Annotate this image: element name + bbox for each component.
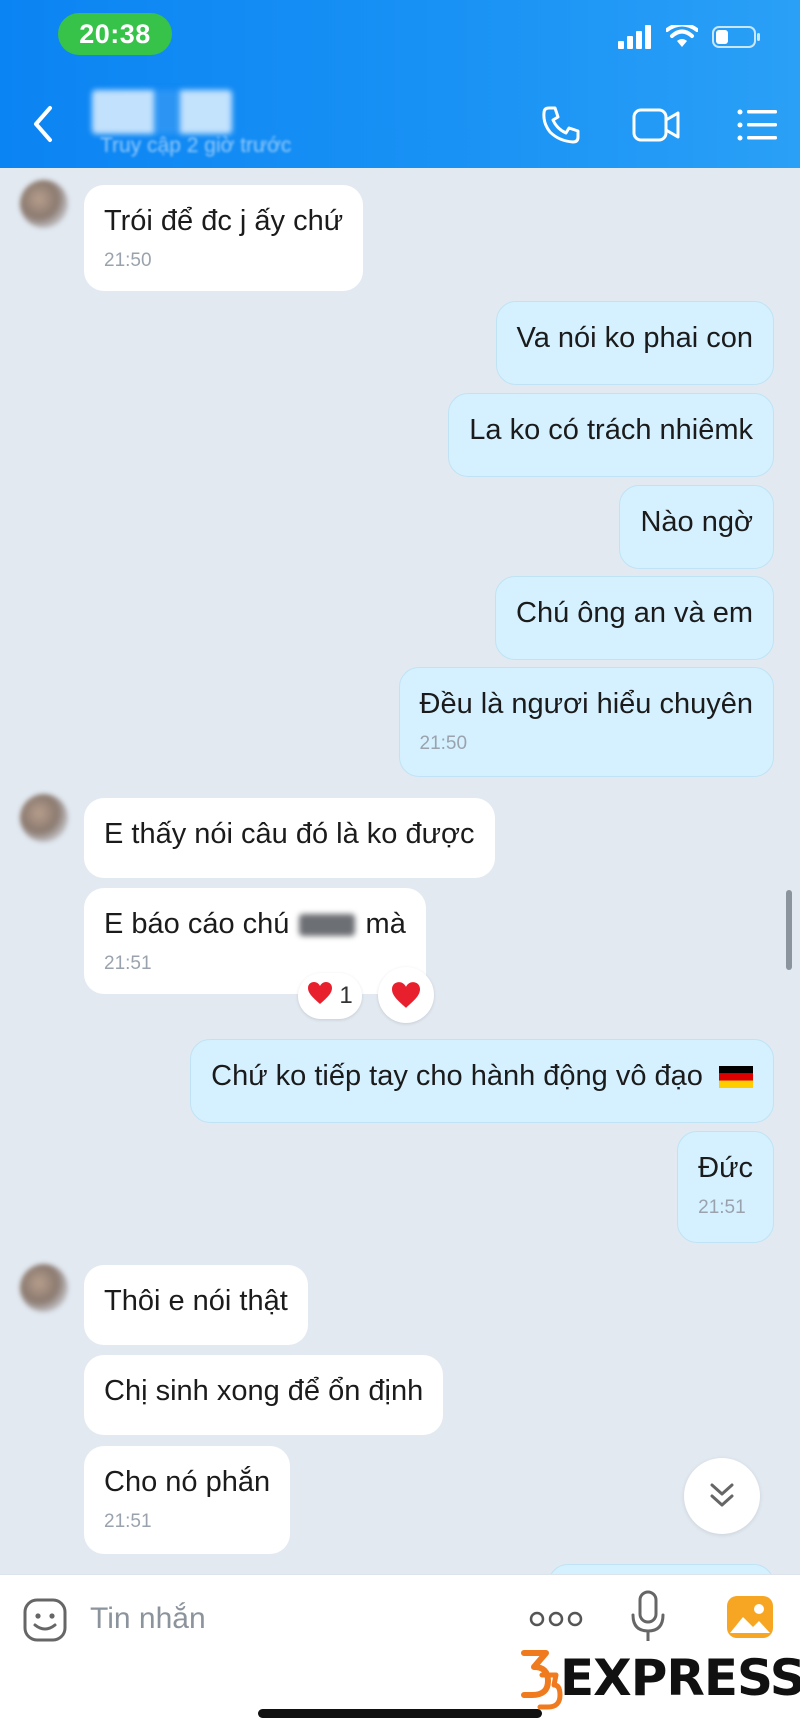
message-text: E thấy nói câu đó là ko được	[104, 818, 475, 850]
contact-name[interactable]	[92, 90, 232, 134]
image-icon	[727, 1596, 773, 1638]
site-watermark: EXPRESS	[516, 1645, 800, 1711]
message-text: Đều là ngươi hiểu chuyên	[419, 688, 753, 720]
message-text: Chứ ko tiếp tay cho hành động vô đạo	[211, 1060, 703, 1092]
voice-call-button[interactable]	[536, 100, 586, 150]
video-call-icon	[632, 108, 680, 142]
battery-icon	[712, 26, 760, 48]
menu-list-icon	[737, 109, 777, 141]
message-time: 21:50	[104, 250, 152, 271]
message-time: 21:51	[698, 1197, 746, 1218]
watermark-text: EXPRESS	[560, 1649, 800, 1707]
scroll-to-bottom-button[interactable]	[684, 1458, 760, 1534]
chat-header: 20:38 Truy cập 2 giờ trước	[0, 0, 800, 168]
video-call-button[interactable]	[632, 100, 682, 150]
watermark-number-logo	[521, 1650, 563, 1710]
redacted-name	[299, 914, 356, 937]
message-time: 21:50	[419, 733, 468, 754]
message-incoming[interactable]: Thôi e nói thật	[84, 1265, 308, 1345]
message-input[interactable]	[90, 1593, 490, 1645]
contact-avatar[interactable]	[20, 1264, 68, 1312]
send-image-button[interactable]	[726, 1595, 774, 1639]
home-indicator[interactable]	[258, 1709, 542, 1718]
message-text-start: E báo cáo chú	[104, 908, 290, 940]
message-outgoing[interactable]: Nào ngờ	[619, 485, 774, 569]
message-time: 21:51	[104, 953, 152, 974]
message-text: Va nói ko phai con	[516, 322, 753, 354]
reaction-summary[interactable]: 1	[298, 973, 362, 1019]
last-seen-status: Truy cập 2 giờ trước	[100, 134, 292, 157]
emoji-button[interactable]	[22, 1597, 68, 1643]
chat-options-button[interactable]	[732, 100, 782, 150]
message-time: 21:51	[104, 1511, 152, 1532]
germany-flag-icon	[719, 1066, 753, 1089]
message-text: Nào ngờ	[640, 506, 753, 538]
message-list[interactable]: Trói để đc j ấy chứ 21:50 Va nói ko phai…	[0, 168, 800, 1574]
message-text: Chị sinh xong để ổn định	[104, 1375, 424, 1407]
emoji-icon	[23, 1598, 67, 1642]
chevron-left-icon	[34, 106, 52, 142]
message-incoming[interactable]: Chị sinh xong để ổn định	[84, 1355, 444, 1435]
message-text: La ko có trách nhiêmk	[469, 414, 753, 446]
message-incoming[interactable]: Trói để đc j ấy chứ 21:50	[84, 185, 364, 291]
signal-icon	[618, 25, 651, 49]
message-outgoing[interactable]: Đức 21:51	[677, 1131, 774, 1243]
message-outgoing-partial[interactable]	[548, 1564, 774, 1574]
message-incoming[interactable]: E báo cáo chú mà 21:51	[84, 888, 426, 994]
reaction-count: 1	[339, 982, 353, 1009]
voice-message-button[interactable]	[628, 1589, 668, 1645]
microphone-icon	[631, 1590, 665, 1641]
phone-call-icon	[542, 106, 580, 144]
message-incoming[interactable]: Cho nó phắn 21:51	[84, 1446, 291, 1554]
message-text: Trói để đc j ấy chứ	[104, 205, 344, 237]
message-outgoing[interactable]: Va nói ko phai con	[495, 301, 774, 385]
back-button[interactable]	[26, 102, 60, 146]
message-text: Chú ông an và em	[516, 597, 753, 629]
heart-icon	[307, 981, 333, 1012]
message-outgoing[interactable]: Chú ông an và em	[495, 576, 774, 660]
more-options-button[interactable]	[528, 1597, 584, 1641]
double-chevron-down-icon	[710, 1483, 734, 1507]
status-time: 20:38	[58, 13, 172, 55]
react-heart-button[interactable]	[378, 967, 434, 1023]
message-text: Đức	[698, 1152, 753, 1184]
message-incoming[interactable]: E thấy nói câu đó là ko được	[84, 798, 495, 878]
message-text-end: mà	[365, 908, 406, 940]
message-text: Thôi e nói thật	[104, 1285, 288, 1317]
status-icons	[618, 22, 762, 52]
message-outgoing[interactable]: Đều là ngươi hiểu chuyên 21:50	[398, 667, 774, 777]
scroll-indicator[interactable]	[786, 890, 792, 970]
message-composer: EXPRESS	[0, 1574, 800, 1734]
message-text: Cho nó phắn	[104, 1466, 271, 1498]
message-outgoing[interactable]: La ko có trách nhiêmk	[448, 393, 774, 477]
wifi-icon	[666, 25, 698, 47]
contact-avatar[interactable]	[20, 794, 68, 842]
heart-icon	[392, 982, 420, 1008]
contact-avatar[interactable]	[20, 180, 68, 228]
more-icon	[529, 1611, 583, 1627]
message-outgoing[interactable]: Chứ ko tiếp tay cho hành động vô đạo	[190, 1039, 774, 1123]
